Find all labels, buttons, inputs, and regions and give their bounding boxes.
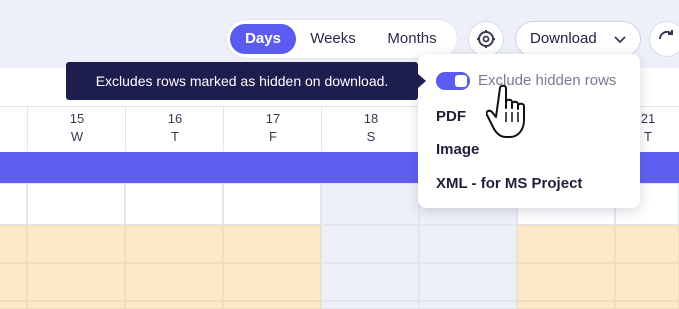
grid-cell (27, 183, 125, 225)
view-days-button[interactable]: Days (230, 24, 296, 54)
grid-cell (125, 183, 223, 225)
task-cell (517, 225, 615, 263)
task-cell (125, 225, 223, 263)
settings-icon (477, 30, 495, 48)
task-cell (223, 263, 321, 301)
date-number: 17 (265, 111, 281, 126)
task-cell (615, 263, 679, 301)
download-pdf-item[interactable]: PDF (436, 108, 466, 125)
chevron-down-icon (614, 36, 626, 44)
task-cell (27, 263, 125, 301)
weekend-cell (419, 301, 517, 309)
weekend-cell (321, 183, 419, 225)
download-button[interactable]: Download (516, 22, 640, 56)
weekend-cell (419, 225, 517, 263)
date-header: 17 F (223, 107, 322, 151)
task-cell (223, 225, 321, 263)
weekend-cell (321, 263, 419, 301)
task-cell (615, 225, 679, 263)
day-letter: W (70, 129, 84, 144)
date-header: 16 T (125, 107, 224, 151)
task-cell (517, 263, 615, 301)
day-letter: T (171, 129, 179, 144)
date-header: 18 S (321, 107, 420, 151)
task-cell (27, 301, 125, 309)
day-letter: F (269, 129, 277, 144)
grid-cell (0, 183, 27, 225)
toggle-knob (455, 75, 467, 87)
date-header: 15 W (27, 107, 126, 151)
download-image-item[interactable]: Image (436, 141, 479, 158)
weekend-cell (419, 263, 517, 301)
download-label: Download (530, 30, 597, 47)
grid-cell (223, 183, 321, 225)
weekend-cell (321, 301, 419, 309)
task-cell (517, 301, 615, 309)
task-cell (0, 263, 27, 301)
day-letter: S (366, 129, 376, 144)
hand-cursor-icon (486, 84, 525, 138)
task-cell (125, 263, 223, 301)
task-cell (0, 225, 27, 263)
date-number: 18 (363, 111, 379, 126)
exclude-hidden-toggle[interactable] (436, 72, 470, 90)
task-cell (615, 301, 679, 309)
weekend-cell (321, 225, 419, 263)
tooltip-arrow (418, 74, 426, 88)
view-toggle: Days Weeks Months (227, 20, 457, 58)
date-number: 15 (69, 111, 85, 126)
refresh-button[interactable] (650, 22, 679, 56)
tooltip: Excludes rows marked as hidden on downlo… (66, 62, 418, 100)
task-cell (27, 225, 125, 263)
settings-button[interactable] (469, 22, 503, 56)
task-cell (223, 301, 321, 309)
refresh-icon (658, 30, 673, 40)
view-months-button[interactable]: Months (375, 24, 449, 54)
date-number: 16 (167, 111, 183, 126)
task-cell (125, 301, 223, 309)
download-xml-item[interactable]: XML - for MS Project (436, 175, 582, 192)
view-weeks-button[interactable]: Weeks (301, 24, 365, 54)
task-cell (0, 301, 27, 309)
